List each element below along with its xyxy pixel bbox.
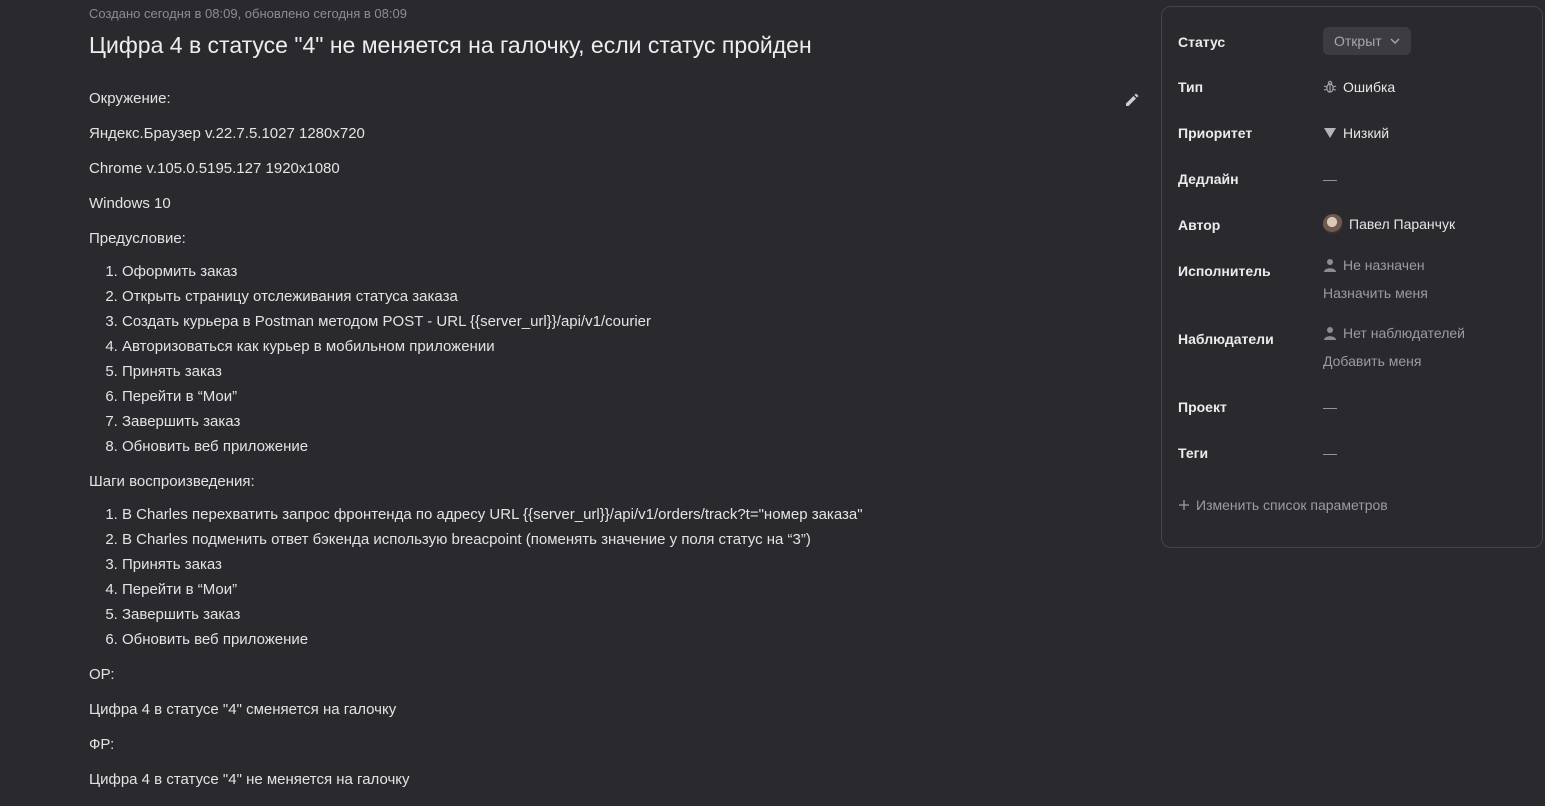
avatar — [1323, 214, 1343, 234]
list-item: Принять заказ — [122, 361, 1129, 386]
status-dropdown[interactable]: Открыт — [1323, 27, 1411, 55]
deadline-value[interactable]: — — [1323, 171, 1337, 187]
bug-icon — [1323, 80, 1337, 94]
project-label: Проект — [1178, 399, 1227, 415]
priority-value-wrap[interactable]: Низкий — [1323, 125, 1389, 141]
list-item: Обновить веб приложение — [122, 436, 1129, 461]
list-item: В Charles перехватить запрос фронтенда п… — [122, 504, 1129, 529]
actual-result: Цифра 4 в статусе "4" не меняется на гал… — [89, 771, 410, 788]
list-item: В Charles подменить ответ бэкенда исполь… — [122, 529, 1129, 554]
assignee-value-wrap[interactable]: Не назначен — [1323, 257, 1425, 273]
tags-value[interactable]: — — [1323, 445, 1337, 461]
chevron-down-icon — [1390, 38, 1400, 44]
list-item: Перейти в “Мои” — [122, 579, 1129, 604]
author-name: Павел Паранчук — [1349, 216, 1456, 232]
issue-description[interactable]: Окружение: Яндекс.Браузер v.22.7.5.1027 … — [89, 88, 1129, 804]
list-item: Создать курьера в Postman методом POST -… — [122, 311, 1129, 336]
author-value-wrap[interactable]: Павел Паранчук — [1323, 214, 1455, 234]
assign-me-link[interactable]: Назначить меня — [1323, 285, 1428, 301]
assignee-value: Не назначен — [1343, 257, 1425, 273]
env-os: Windows 10 — [89, 195, 171, 212]
list-item: Принять заказ — [122, 554, 1129, 579]
precondition-list: Оформить заказ Открыть страницу отслежив… — [89, 261, 1129, 461]
issue-params-panel: Статус Открыт Тип Ошибка Приоритет Низки… — [1161, 6, 1543, 548]
list-item: Обновить веб приложение — [122, 629, 1129, 654]
plus-icon — [1178, 499, 1190, 511]
precondition-heading: Предусловие: — [89, 230, 186, 247]
watchers-value: Нет наблюдателей — [1343, 325, 1466, 341]
list-item: Оформить заказ — [122, 261, 1129, 286]
user-icon — [1323, 326, 1337, 340]
type-label: Тип — [1178, 79, 1204, 95]
status-value: Открыт — [1334, 33, 1382, 49]
env-heading: Окружение: — [89, 90, 171, 107]
project-value[interactable]: — — [1323, 399, 1337, 415]
repro-list: В Charles перехватить запрос фронтенда п… — [89, 504, 1129, 654]
user-icon — [1323, 258, 1337, 272]
change-params-label: Изменить список параметров — [1196, 497, 1388, 513]
author-label: Автор — [1178, 217, 1221, 233]
actual-heading: ФР: — [89, 736, 115, 753]
expected-result: Цифра 4 в статусе "4" сменяется на галоч… — [89, 701, 397, 718]
assignee-label: Исполнитель — [1178, 263, 1271, 279]
issue-title[interactable]: Цифра 4 в статусе "4" не меняется на гал… — [89, 32, 812, 59]
list-item: Авторизоваться как курьер в мобильном пр… — [122, 336, 1129, 361]
issue-meta: Создано сегодня в 08:09, обновлено сегод… — [89, 6, 407, 21]
status-value-wrap: Открыт — [1323, 27, 1411, 55]
priority-label: Приоритет — [1178, 125, 1253, 141]
list-item: Перейти в “Мои” — [122, 386, 1129, 411]
priority-value: Низкий — [1343, 125, 1390, 141]
triangle-down-icon — [1323, 127, 1337, 139]
list-item: Завершить заказ — [122, 604, 1129, 629]
add-me-link[interactable]: Добавить меня — [1323, 353, 1422, 369]
watchers-label: Наблюдатели — [1178, 331, 1274, 347]
env-browser-chrome: Chrome v.105.0.5195.127 1920x1080 — [89, 160, 340, 177]
env-browser-yandex: Яндекс.Браузер v.22.7.5.1027 1280x720 — [89, 125, 365, 142]
watchers-value-wrap[interactable]: Нет наблюдателей — [1323, 325, 1465, 341]
type-value-wrap[interactable]: Ошибка — [1323, 79, 1395, 95]
tags-label: Теги — [1178, 445, 1209, 461]
list-item: Открыть страницу отслеживания статуса за… — [122, 286, 1129, 311]
expected-heading: ОР: — [89, 666, 115, 683]
deadline-label: Дедлайн — [1178, 171, 1239, 187]
repro-heading: Шаги воспроизведения: — [89, 473, 255, 490]
change-params-button[interactable]: Изменить список параметров — [1178, 497, 1388, 513]
type-value: Ошибка — [1343, 79, 1396, 95]
status-label: Статус — [1178, 34, 1226, 50]
list-item: Завершить заказ — [122, 411, 1129, 436]
